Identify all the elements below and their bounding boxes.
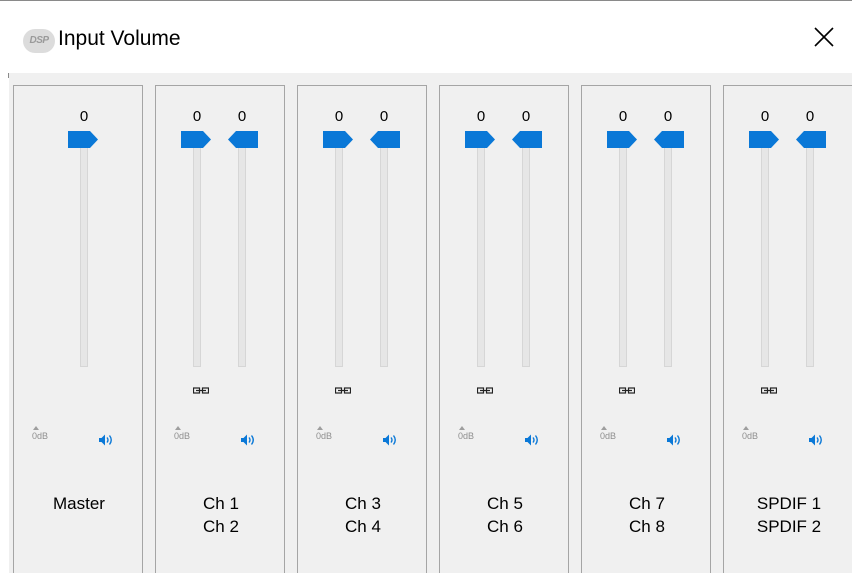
caret-up-icon	[175, 426, 181, 430]
channel-name: Ch 7 Ch 8	[582, 492, 712, 538]
volume-slider-thumb[interactable]	[654, 131, 684, 153]
mute-button[interactable]	[808, 433, 824, 452]
channel-strip: 0 0 0dB SPDIF 1 SPDIF 2	[723, 85, 852, 573]
channel-strip: 0 0 0dB Ch 1 Ch 2	[155, 85, 285, 573]
zero-db-marker: 0dB	[600, 426, 617, 441]
channel-name: Ch 3 Ch 4	[298, 492, 428, 538]
channel-name-line2: Ch 4	[345, 517, 381, 536]
link-icon[interactable]	[334, 382, 352, 400]
channel-strip: 0 0 0dB Ch 5 Ch 6	[439, 85, 569, 573]
volume-slider-thumb[interactable]	[796, 131, 826, 153]
channel-name: Ch 5 Ch 6	[440, 492, 570, 538]
volume-value: 0	[192, 108, 202, 125]
caret-up-icon	[33, 426, 39, 430]
channel-name-line2: SPDIF 2	[756, 517, 822, 536]
channel-strip: 0 0 0dB Ch 7 Ch 8	[581, 85, 711, 573]
zero-db-label: 0dB	[600, 431, 617, 441]
channel-name-line2: Ch 2	[203, 517, 239, 536]
channel-strip: 0 0 0dB Ch 3 Ch 4	[297, 85, 427, 573]
mute-button[interactable]	[98, 433, 114, 452]
channel-name: Ch 1 Ch 2	[156, 492, 286, 538]
link-icon[interactable]	[192, 382, 210, 400]
channel-name-line1: Ch 3	[345, 494, 381, 513]
link-icon[interactable]	[760, 382, 778, 400]
channel-name-line1: Master	[53, 494, 105, 513]
window-title: Input Volume	[58, 27, 181, 50]
zero-db-label: 0dB	[742, 431, 759, 441]
zero-db-marker: 0dB	[458, 426, 475, 441]
volume-slider-track[interactable]	[522, 147, 530, 367]
volume-slider-thumb[interactable]	[228, 131, 258, 153]
speaker-icon	[382, 434, 398, 451]
volume-value: 0	[618, 108, 628, 125]
volume-slider-thumb[interactable]	[323, 131, 353, 153]
volume-value: 0	[805, 108, 815, 125]
volume-slider-track[interactable]	[761, 147, 769, 367]
volume-slider-track[interactable]	[806, 147, 814, 367]
volume-slider-thumb[interactable]	[607, 131, 637, 153]
channel-name-line1: Ch 1	[203, 494, 239, 513]
speaker-icon	[808, 434, 824, 451]
zero-db-marker: 0dB	[742, 426, 759, 441]
mute-button[interactable]	[240, 433, 256, 452]
zero-db-label: 0dB	[316, 431, 333, 441]
volume-slider-track[interactable]	[619, 147, 627, 367]
mute-button[interactable]	[524, 433, 540, 452]
volume-value: 0	[334, 108, 344, 125]
link-icon[interactable]	[618, 382, 636, 400]
channel-name: Master	[14, 492, 144, 515]
volume-slider-track[interactable]	[477, 147, 485, 367]
zero-db-marker: 0dB	[174, 426, 191, 441]
speaker-icon	[524, 434, 540, 451]
caret-up-icon	[317, 426, 323, 430]
channel-name-line1: Ch 5	[487, 494, 523, 513]
caret-up-icon	[459, 426, 465, 430]
zero-db-label: 0dB	[458, 431, 475, 441]
volume-slider-thumb[interactable]	[181, 131, 211, 153]
speaker-icon	[666, 434, 682, 451]
channel-strip: 0 0dB Master	[13, 85, 143, 573]
volume-value: 0	[663, 108, 673, 125]
link-icon[interactable]	[476, 382, 494, 400]
volume-value: 0	[237, 108, 247, 125]
volume-value: 0	[760, 108, 770, 125]
volume-value: 0	[79, 108, 89, 125]
volume-slider-track[interactable]	[238, 147, 246, 367]
caret-up-icon	[743, 426, 749, 430]
dsp-logo-icon: DSP	[23, 29, 55, 53]
volume-slider-track[interactable]	[335, 147, 343, 367]
channel-name: SPDIF 1 SPDIF 2	[724, 492, 852, 538]
channel-name-line2: Ch 6	[487, 517, 523, 536]
zero-db-label: 0dB	[174, 431, 191, 441]
volume-value: 0	[521, 108, 531, 125]
volume-value: 0	[476, 108, 486, 125]
zero-db-label: 0dB	[32, 431, 49, 441]
channel-name-line1: SPDIF 1	[756, 494, 822, 513]
speaker-icon	[240, 434, 256, 451]
channel-strips-area: 0 0dB Master 0 0 0dB Ch 1 Ch 2 0 0 0dB Ch 3 Ch 4 0 0 0d…	[9, 73, 852, 573]
volume-slider-track[interactable]	[380, 147, 388, 367]
zero-db-marker: 0dB	[32, 426, 49, 441]
volume-slider-thumb[interactable]	[512, 131, 542, 153]
close-icon	[814, 27, 834, 47]
zero-db-marker: 0dB	[316, 426, 333, 441]
volume-value: 0	[379, 108, 389, 125]
volume-slider-thumb[interactable]	[68, 131, 98, 153]
channel-name-line1: Ch 7	[629, 494, 665, 513]
volume-slider-track[interactable]	[193, 147, 201, 367]
mute-button[interactable]	[666, 433, 682, 452]
input-volume-window: DSP Input Volume 0 0dB Master 0 0 0dB Ch 1 Ch 2…	[0, 0, 852, 573]
speaker-icon	[98, 434, 114, 451]
mute-button[interactable]	[382, 433, 398, 452]
channel-name-line2: Ch 8	[629, 517, 665, 536]
volume-slider-thumb[interactable]	[749, 131, 779, 153]
caret-up-icon	[601, 426, 607, 430]
volume-slider-thumb[interactable]	[465, 131, 495, 153]
volume-slider-track[interactable]	[664, 147, 672, 367]
title-bar: DSP Input Volume	[0, 1, 852, 73]
volume-slider-thumb[interactable]	[370, 131, 400, 153]
close-button[interactable]	[802, 17, 846, 57]
volume-slider-track[interactable]	[80, 147, 88, 367]
